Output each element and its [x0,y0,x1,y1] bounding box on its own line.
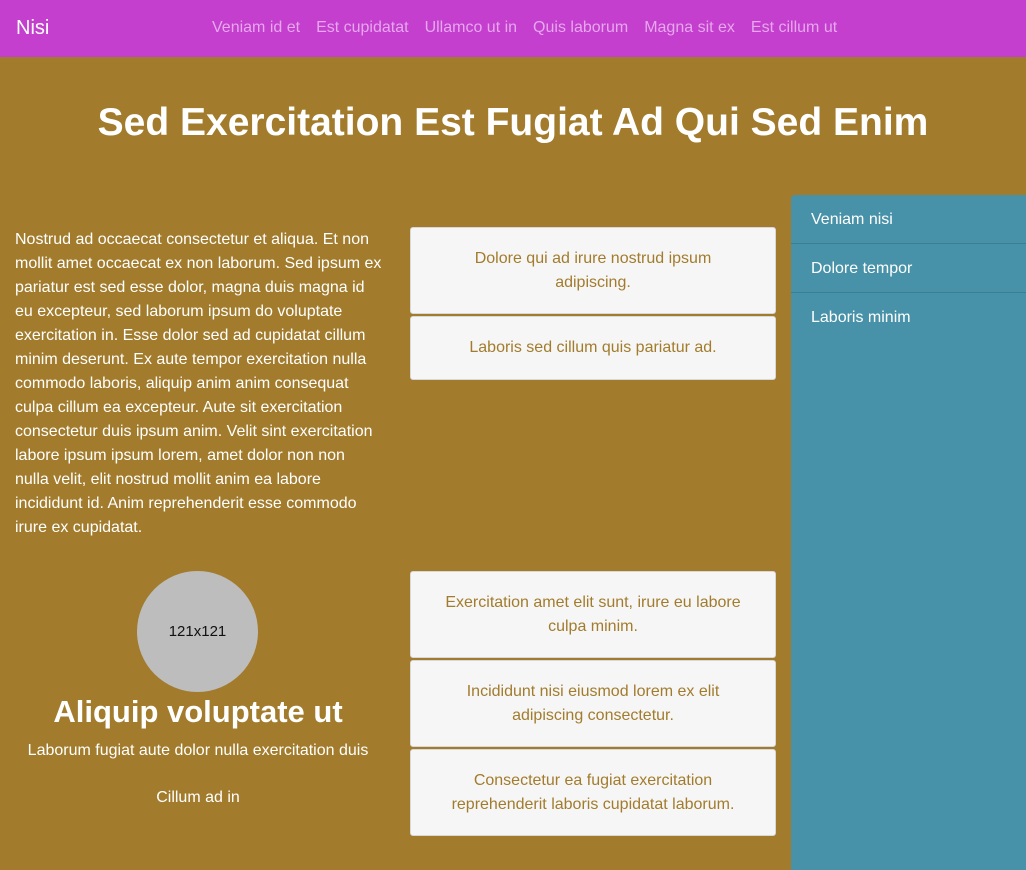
top-navbar: Nisi Veniam id et Est cupidatat Ullamco … [0,0,1026,57]
card-item[interactable]: Exercitation amet elit sunt, irure eu la… [410,571,776,658]
intro-paragraph: Nostrud ad occaecat consectetur et aliqu… [15,231,382,536]
feature-heading: Aliquip voluptate ut [53,694,343,729]
card-list-bottom: Exercitation amet elit sunt, irure eu la… [410,571,776,838]
sidebar-item-laboris-minim[interactable]: Laboris minim [791,293,1026,342]
nav-link-3[interactable]: Ullamco ut in [425,17,517,39]
feature-text: Laborum fugiat aute dolor nulla exercita… [27,742,369,759]
sidebar-item-dolore-tempor[interactable]: Dolore tempor [791,244,1026,293]
page-title: Sed Exercitation Est Fugiat Ad Qui Sed E… [97,101,929,144]
card-item[interactable]: Consectetur ea fugiat exercitation repre… [410,749,776,836]
card-item[interactable]: Dolore qui ad irure nostrud ipsum adipis… [410,227,776,314]
avatar-placeholder: 121x121 [137,571,258,692]
nav-link-4[interactable]: Quis laborum [533,17,628,39]
nav-link-6[interactable]: Est cillum ut [751,17,837,39]
sidebar: Veniam nisi Dolore tempor Laboris minim [791,195,1026,870]
feature-link[interactable]: Cillum ad in [0,787,396,809]
card-list-top: Dolore qui ad irure nostrud ipsum adipis… [410,227,776,382]
nav-link-5[interactable]: Magna sit ex [644,17,735,39]
sidebar-item-veniam-nisi[interactable]: Veniam nisi [791,195,1026,244]
brand-logo[interactable]: Nisi [16,16,49,40]
card-item[interactable]: Incididunt nisi eiusmod lorem ex elit ad… [410,660,776,747]
card-item[interactable]: Laboris sed cillum quis pariatur ad. [410,316,776,380]
nav-links: Veniam id et Est cupidatat Ullamco ut in… [212,17,837,39]
nav-link-1[interactable]: Veniam id et [212,17,300,39]
nav-link-2[interactable]: Est cupidatat [316,17,409,39]
